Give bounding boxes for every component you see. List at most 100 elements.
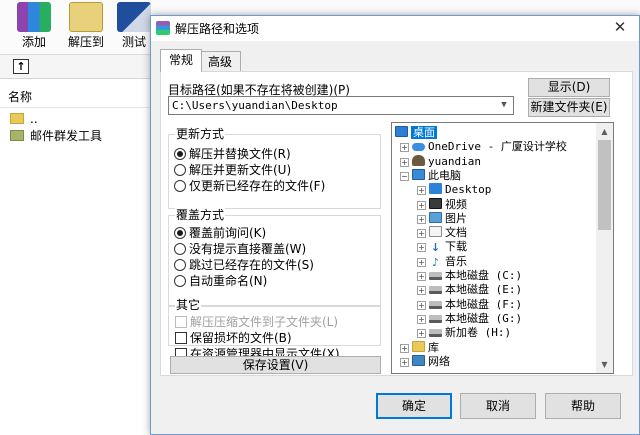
tree-node[interactable]: − 此电脑 — [400, 168, 461, 183]
folder-tree[interactable]: 桌面 + OneDrive - 广厦设计学校 + yuandian − 此电脑 + Deskto… — [391, 122, 614, 374]
this-pc-icon — [412, 168, 425, 180]
expand-icon[interactable]: + — [417, 229, 426, 239]
tree-node[interactable]: + 本地磁盘 (F:) — [417, 298, 522, 312]
tree-node-label: 此电脑 — [428, 168, 461, 182]
checkbox-keep-broken-files[interactable]: 保留损坏的文件(B) — [175, 330, 292, 346]
checkbox-extract-to-subfolders: 解压压缩文件到子文件夹(L) — [175, 314, 338, 330]
target-path-combobox[interactable]: C:\Users\yuandian\Desktop ▼ — [168, 96, 514, 115]
overwrite-mode-title: 覆盖方式 — [175, 208, 226, 222]
show-button[interactable]: 显示(D) — [528, 78, 610, 97]
help-button[interactable]: 帮助 — [545, 393, 621, 419]
add-archive-button[interactable]: 添加 — [12, 0, 56, 54]
extract-to-button[interactable]: 解压到 — [64, 0, 108, 54]
option-label: 解压并更新文件(U) — [189, 163, 292, 177]
list-item[interactable]: 邮件群发工具 — [0, 127, 150, 145]
expand-icon[interactable]: + — [417, 286, 426, 296]
tree-scrollbar[interactable]: ▲ ▼ — [596, 123, 613, 373]
tree-node[interactable]: + ↓ 下载 — [417, 240, 467, 254]
expand-icon[interactable]: + — [417, 314, 426, 324]
tree-node[interactable]: 桌面 — [395, 126, 437, 140]
radio-button[interactable] — [174, 275, 186, 287]
expand-icon[interactable]: + — [400, 143, 409, 153]
tree-node[interactable]: + 文档 — [417, 226, 467, 240]
documents-icon — [429, 226, 442, 238]
radio-skip-existing[interactable]: 跳过已经存在的文件(S) — [174, 257, 314, 273]
list-item[interactable]: .. — [0, 110, 150, 128]
disk-h-icon — [429, 329, 442, 338]
update-mode-title: 更新方式 — [175, 127, 226, 141]
tree-node[interactable]: + ♪ 音乐 — [417, 255, 467, 269]
tab-advanced[interactable]: 高级 — [199, 51, 242, 72]
user-folder-icon — [412, 154, 425, 166]
tree-node[interactable]: + 本地磁盘 (E:) — [417, 283, 522, 297]
radio-button[interactable] — [174, 164, 186, 176]
option-label: 解压压缩文件到子文件夹(L) — [190, 315, 339, 329]
checkbox[interactable] — [175, 332, 187, 344]
tree-node-label: OneDrive - 广厦设计学校 — [428, 140, 567, 154]
tree-node[interactable]: + Desktop — [417, 183, 491, 197]
music-icon: ♪ — [431, 255, 440, 269]
close-icon[interactable]: ✕ — [609, 18, 631, 38]
expand-icon[interactable]: + — [417, 186, 426, 196]
disk-f-icon — [429, 300, 442, 309]
tree-node[interactable]: + 本地磁盘 (G:) — [417, 312, 522, 326]
tree-node[interactable]: + 图片 — [417, 211, 467, 226]
tree-node-label: 库 — [428, 340, 439, 354]
expand-icon[interactable]: + — [417, 300, 426, 310]
radio-button[interactable] — [174, 227, 186, 239]
scroll-up-icon[interactable]: ▲ — [596, 123, 613, 140]
radio-fresh-existing[interactable]: 仅更新已经存在的文件(F) — [174, 178, 325, 194]
tab-general[interactable]: 常规 — [160, 49, 203, 72]
scrollbar-thumb[interactable] — [598, 140, 611, 230]
radio-button[interactable] — [174, 259, 186, 271]
scroll-down-icon[interactable]: ▼ — [596, 356, 613, 373]
tree-node-label: Desktop — [445, 183, 492, 197]
expand-icon[interactable]: + — [417, 243, 426, 253]
desktop-icon — [395, 126, 408, 137]
collapse-icon[interactable]: − — [400, 171, 409, 181]
new-folder-button[interactable]: 新建文件夹(E) — [528, 98, 610, 117]
disk-e-icon — [429, 286, 442, 295]
column-header-name[interactable]: 名称 — [0, 88, 150, 108]
radio-button[interactable] — [174, 148, 186, 160]
save-settings-button[interactable]: 保存设置(V) — [170, 356, 381, 374]
dialog-titlebar[interactable]: 解压路径和选项 ✕ — [151, 16, 639, 41]
tree-node[interactable]: + OneDrive - 广厦设计学校 — [400, 140, 567, 154]
onedrive-icon — [412, 143, 425, 152]
tree-node-label: 本地磁盘 (E:) — [445, 283, 523, 297]
tree-node[interactable]: + yuandian — [400, 154, 481, 169]
expand-icon[interactable]: + — [417, 329, 426, 339]
tree-node-label: 本地磁盘 (C:) — [445, 269, 523, 282]
up-folder-button[interactable]: ↑ — [13, 59, 29, 74]
radio-extract-replace[interactable]: 解压并替换文件(R) — [174, 146, 291, 162]
radio-overwrite-without-prompt[interactable]: 没有提示直接覆盖(W) — [174, 241, 306, 257]
tree-node[interactable]: + 网络 — [400, 354, 450, 369]
expand-icon[interactable]: + — [400, 157, 409, 167]
expand-icon[interactable]: + — [417, 200, 426, 210]
option-label: 没有提示直接覆盖(W) — [189, 242, 307, 256]
expand-icon[interactable]: + — [400, 343, 409, 353]
radio-ask-before-overwrite[interactable]: 覆盖前询问(K) — [174, 225, 266, 241]
downloads-icon: ↓ — [430, 241, 441, 255]
expand-icon[interactable]: + — [417, 257, 426, 267]
tree-node[interactable]: + 库 — [400, 340, 439, 355]
expand-icon[interactable]: + — [417, 214, 426, 224]
option-label: 保留损坏的文件(B) — [190, 331, 292, 345]
option-label: 覆盖前询问(K) — [189, 226, 267, 240]
radio-auto-rename[interactable]: 自动重命名(N) — [174, 273, 267, 289]
tree-node[interactable]: + 本地磁盘 (C:) — [417, 269, 522, 283]
chevron-down-icon[interactable]: ▼ — [497, 97, 511, 114]
test-icon — [117, 2, 151, 32]
tree-node[interactable]: + 新加卷 (H:) — [417, 326, 511, 340]
ok-button[interactable]: 确定 — [376, 393, 452, 419]
expand-icon[interactable]: + — [417, 272, 426, 281]
radio-button[interactable] — [174, 180, 186, 192]
expand-icon[interactable]: + — [400, 357, 409, 367]
radio-button[interactable] — [174, 243, 186, 255]
tree-node-label: 音乐 — [445, 254, 467, 268]
tree-node-label: 视频 — [445, 197, 467, 211]
tree-node[interactable]: + 视频 — [417, 197, 467, 212]
cancel-button[interactable]: 取消 — [460, 393, 536, 419]
radio-extract-update[interactable]: 解压并更新文件(U) — [174, 162, 291, 178]
folder-icon — [10, 130, 24, 141]
